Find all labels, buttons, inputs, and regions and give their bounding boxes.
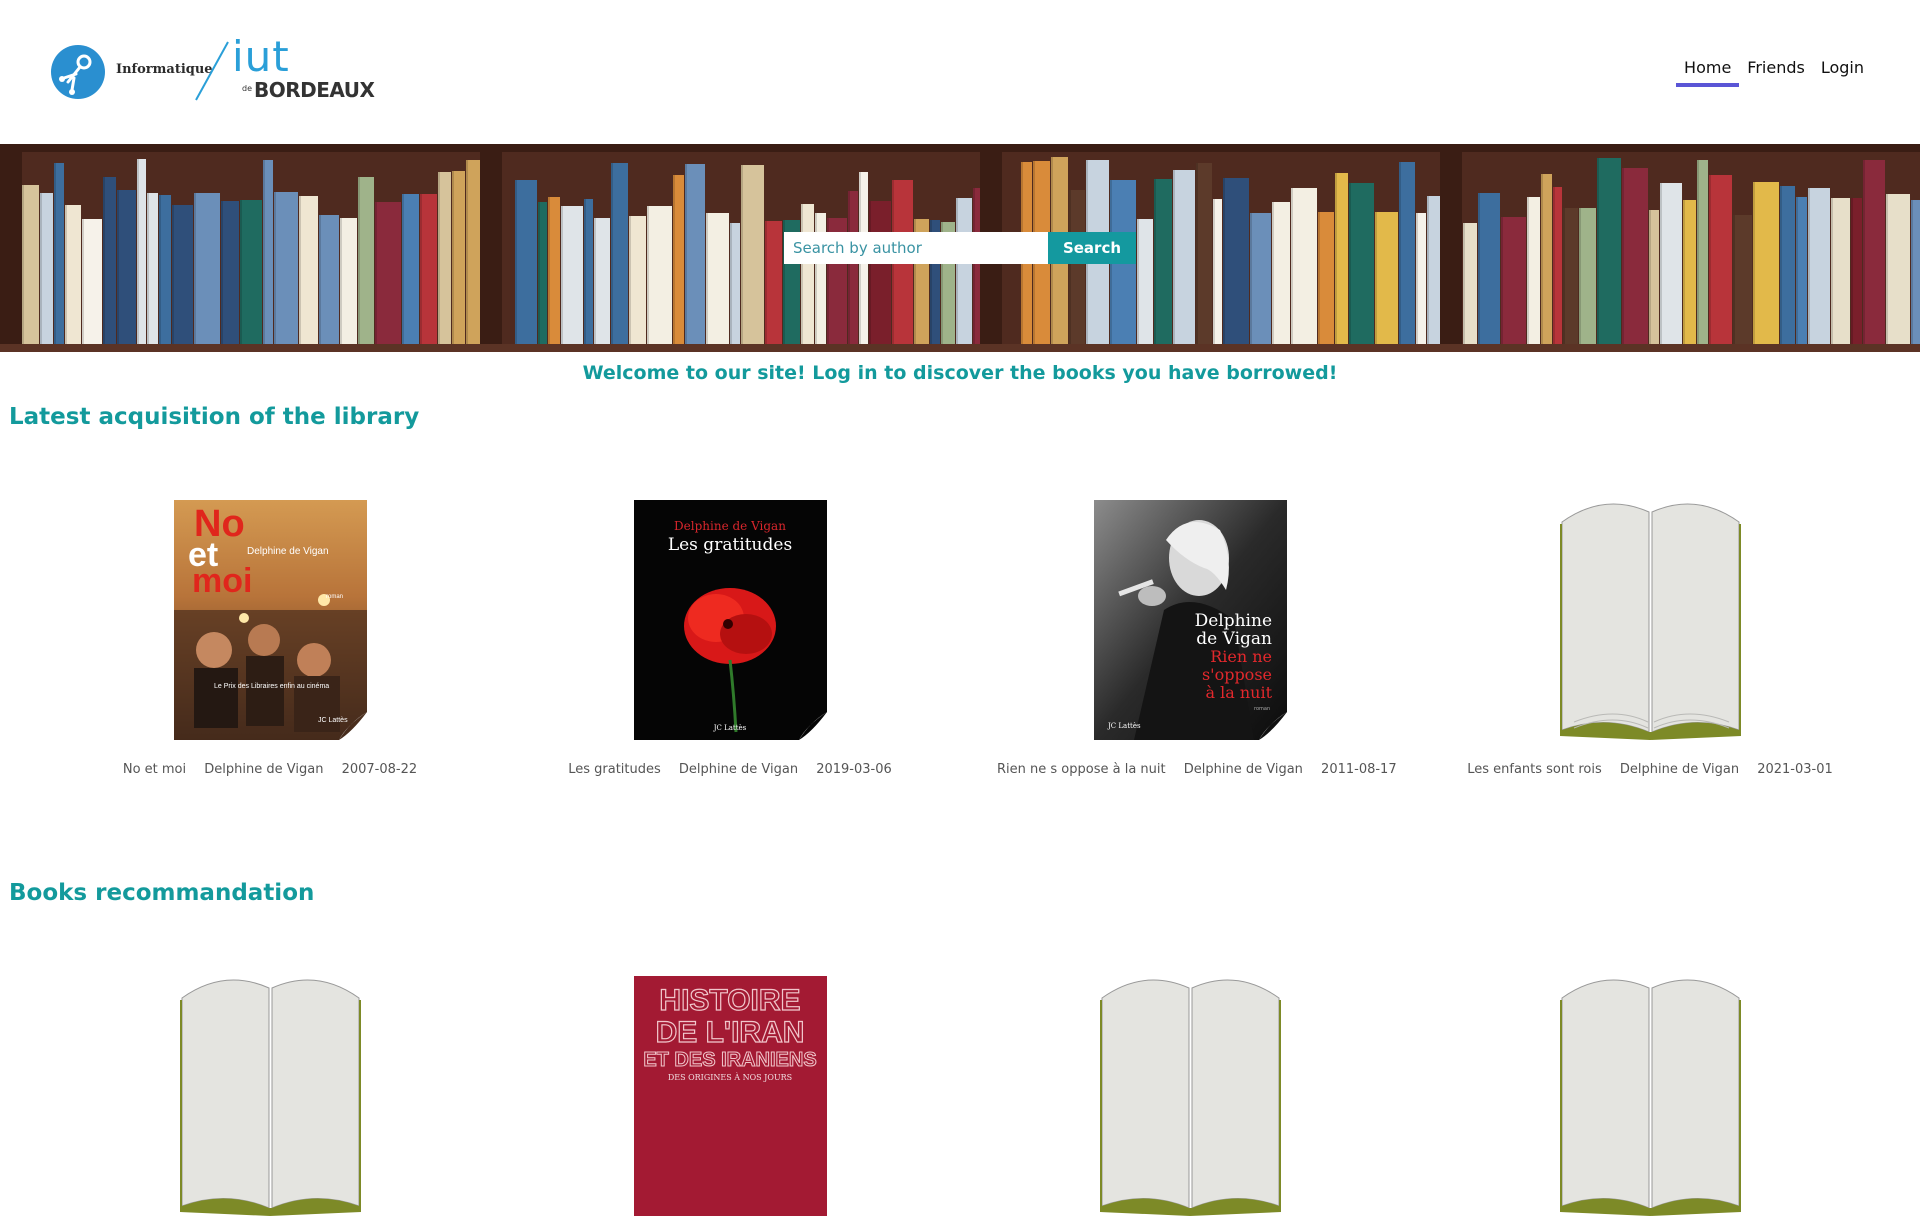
book-cover-placeholder-icon[interactable] — [1554, 976, 1747, 1216]
cover-title-line3: ET DES IRANIENS — [643, 1049, 816, 1071]
cover-author: Delphine de Vigan — [674, 519, 786, 533]
site-header: Informatique iut de BORDEAUX Home Friend… — [0, 0, 1920, 144]
latest-acquisition-heading: Latest acquisition of the library — [9, 404, 420, 430]
nav-friends-link[interactable]: Friends — [1739, 58, 1813, 87]
cover-genre: roman — [326, 594, 343, 600]
book-cover-placeholder-icon[interactable] — [1554, 500, 1747, 740]
logo-iut-text: iut — [232, 32, 290, 81]
search-button[interactable]: Search — [1048, 232, 1136, 264]
main-nav: Home Friends Login — [1676, 58, 1872, 87]
books-recommendation-heading: Books recommandation — [9, 880, 315, 906]
book-title: Les gratitudes — [568, 762, 661, 777]
cover-author: Delphine de Vigan — [247, 546, 329, 557]
search-form: Search — [784, 232, 1136, 264]
cover-title-line2: s'oppose — [1202, 665, 1272, 684]
book-date: 2019-03-06 — [816, 762, 892, 777]
cover-genre: roman — [1254, 706, 1270, 712]
nav-login-link[interactable]: Login — [1813, 58, 1872, 87]
cover-title-line2: DE L'IRAN — [656, 1016, 805, 1049]
cover-title-line1: HISTOIRE — [659, 984, 800, 1017]
nav-home-link[interactable]: Home — [1676, 58, 1740, 87]
iut-bordeaux-logo[interactable]: Informatique iut de BORDEAUX — [50, 32, 375, 110]
book-cover-image[interactable]: HISTOIRE DE L'IRAN ET DES IRANIENS DES O… — [634, 976, 827, 1216]
book-author: Delphine de Vigan — [678, 762, 799, 777]
cover-caption: Le Prix des Libraires enfin au cinéma — [214, 683, 329, 690]
cover-publisher: JC Lattès — [318, 717, 348, 724]
book-author: Delphine de Vigan — [204, 762, 324, 777]
book-author: Delphine de Vigan — [1183, 762, 1303, 777]
book-cover-image[interactable]: No et moi Delphine de Vigan roman Le Pri… — [174, 500, 367, 740]
cover-title-moi: moi — [192, 562, 252, 600]
cover-author-line2: de Vigan — [1196, 629, 1272, 649]
book-meta: Les gratitudes Delphine de Vigan 2019-03… — [530, 762, 930, 777]
book-cover-placeholder-icon[interactable] — [174, 976, 367, 1216]
cover-title: Les gratitudes — [668, 535, 792, 555]
cover-author-line1: Delphine — [1195, 611, 1272, 631]
book-date: 2011-08-17 — [1321, 762, 1397, 777]
logo-de-text: de — [242, 84, 252, 93]
book-date: 2007-08-22 — [341, 762, 418, 777]
book-title: Rien ne s oppose à la nuit — [997, 762, 1166, 777]
book-meta: Rien ne s oppose à la nuit Delphine de V… — [990, 762, 1397, 777]
cover-publisher: JC Lattès — [1107, 722, 1141, 730]
cover-subtitle: DES ORIGINES À NOS JOURS — [668, 1073, 792, 1082]
book-title: Les enfants sont rois — [1467, 762, 1602, 777]
book-meta: Les enfants sont rois Delphine de Vigan … — [1450, 762, 1850, 777]
logo-slash — [195, 41, 229, 101]
logo-bordeaux-text: BORDEAUX — [254, 78, 375, 102]
book-date: 2021-03-01 — [1757, 762, 1833, 777]
informatique-logo-icon — [51, 45, 105, 99]
cover-title-line1: Rien ne — [1210, 647, 1272, 666]
search-input[interactable] — [784, 232, 1048, 264]
book-cover-placeholder-icon[interactable] — [1094, 976, 1287, 1216]
cover-title-line3: à la nuit — [1205, 683, 1272, 702]
book-meta: No et moi Delphine de Vigan 2007-08-22 — [70, 762, 470, 777]
book-author: Delphine de Vigan — [1619, 762, 1740, 777]
cover-publisher: JC Lattès — [713, 724, 747, 732]
book-cover-image[interactable]: Delphine de Vigan Les gratitudes JC Latt… — [634, 500, 827, 740]
welcome-message: Welcome to our site! Log in to discover … — [582, 362, 1338, 384]
book-cover-image[interactable]: Delphine de Vigan Rien ne s'oppose à la … — [1094, 500, 1287, 740]
book-title: No et moi — [122, 762, 187, 777]
